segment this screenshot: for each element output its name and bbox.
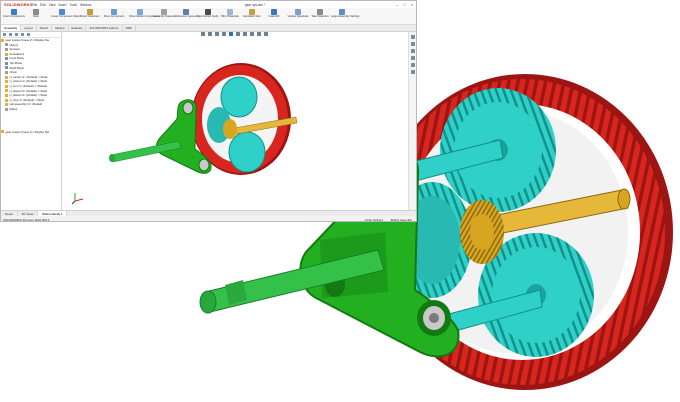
view-palette-icon[interactable] — [410, 56, 415, 60]
dimxpert-icon[interactable] — [21, 33, 24, 36]
task-pane-strip — [408, 32, 416, 210]
assembly-icon — [1, 38, 4, 42]
tree-bottom-item[interactable]: gear system (Issue 2) <Display Sta — [1, 130, 61, 135]
assembly-icon — [1, 130, 4, 134]
display-style-icon[interactable] — [236, 32, 240, 36]
design-library-icon[interactable] — [410, 42, 415, 46]
hide-show-items-icon[interactable] — [243, 32, 247, 36]
previous-view-icon[interactable] — [215, 32, 219, 36]
menu-insert[interactable]: Insert — [59, 3, 67, 7]
subassembly-icon — [5, 103, 8, 107]
mates-icon — [5, 107, 8, 111]
appearances-icon[interactable] — [410, 63, 415, 67]
tab-mbd[interactable]: MBD — [123, 25, 136, 31]
menu-file[interactable]: File — [32, 3, 37, 7]
file-explorer-icon[interactable] — [410, 49, 415, 53]
window-controls: – □ × — [396, 2, 413, 7]
instant3d-button[interactable]: Instant3D — [263, 9, 285, 18]
maximize-icon[interactable]: □ — [403, 2, 405, 7]
part-icon — [5, 98, 8, 102]
zoom-area-icon[interactable] — [208, 32, 212, 36]
insert-components-button[interactable]: Insert Components — [3, 9, 25, 18]
move-component-button[interactable]: Move Component — [103, 9, 125, 18]
sensor-icon — [5, 47, 8, 51]
tab-evaluate[interactable]: Evaluate — [69, 25, 87, 31]
tree-item-mates[interactable]: Mates — [1, 107, 61, 112]
show-hidden-button[interactable]: Show Hidden Components — [129, 9, 160, 18]
command-manager: Insert Components Mate Linear Component … — [1, 8, 416, 25]
linear-pattern-button[interactable]: Linear Component Pattern — [51, 9, 81, 18]
history-icon — [5, 43, 8, 47]
tab-layout[interactable]: Layout — [21, 25, 37, 31]
tab-markup[interactable]: Markup — [52, 25, 69, 31]
status-right: Under Defined Editing Assembly — [365, 218, 412, 222]
menu-bar: File Edit View Insert Tools Window — [32, 3, 91, 7]
command-tabs: Assembly Layout Sketch Markup Evaluate S… — [1, 25, 416, 32]
update-speedpak-button[interactable]: Update Speedpak — [287, 9, 309, 18]
minimize-icon[interactable]: – — [396, 2, 398, 7]
document-title: gear sys.iam * — [245, 2, 266, 7]
part-icon — [5, 80, 8, 84]
large-assembly-settings-button[interactable]: Large Assembly Settings — [331, 9, 360, 18]
part-icon — [5, 84, 8, 88]
plane-icon — [5, 61, 8, 65]
zoom-to-fit-icon[interactable] — [201, 32, 205, 36]
tab-sketch[interactable]: Sketch — [37, 25, 53, 31]
configuration-icon[interactable] — [15, 33, 18, 36]
plane-icon — [5, 57, 8, 61]
plane-icon — [5, 66, 8, 70]
part-icon — [5, 89, 8, 93]
smart-fasteners-button[interactable]: Smart Fasteners — [79, 9, 101, 18]
take-snapshot-button[interactable]: Take Snapshot — [309, 9, 331, 18]
exploded-view-button[interactable]: Exploded View — [241, 9, 263, 18]
property-manager-icon[interactable] — [9, 33, 12, 36]
edit-appearance-icon[interactable] — [250, 32, 254, 36]
solidworks-window: SOLIDWORKS File Edit View Insert Tools W… — [0, 0, 417, 222]
status-mode: Editing Assembly — [390, 217, 412, 222]
feature-manager-tree: gear system (Issue 2) <Display Sta Histo… — [1, 32, 62, 210]
feature-tree-icon[interactable] — [3, 33, 6, 36]
part-icon — [5, 75, 8, 79]
app-logo: SOLIDWORKS — [4, 2, 33, 7]
bill-of-materials-button[interactable]: Bill of Materials — [219, 9, 241, 18]
display-manager-icon[interactable] — [27, 33, 30, 36]
apply-scene-icon[interactable] — [257, 32, 261, 36]
assembly-features-button[interactable]: Assembly Features — [153, 9, 175, 18]
view-settings-icon[interactable] — [264, 32, 268, 36]
tab-addins[interactable]: SOLIDWORKS Add-Ins — [86, 25, 123, 31]
tab-assembly[interactable]: Assembly — [1, 25, 22, 31]
part-icon — [5, 93, 8, 97]
menu-edit[interactable]: Edit — [40, 3, 46, 7]
solidworks-resources-icon[interactable] — [410, 35, 415, 39]
custom-properties-icon[interactable] — [410, 70, 415, 74]
status-definition: Under Defined — [364, 217, 383, 222]
section-view-icon[interactable] — [222, 32, 226, 36]
close-icon[interactable]: × — [411, 2, 413, 7]
status-version: SOLIDWORKS Premium 2019 SP2.0 — [3, 217, 50, 222]
menu-view[interactable]: View — [49, 3, 56, 7]
origin-icon — [5, 70, 8, 74]
heads-up-toolbar — [201, 32, 268, 36]
coordinate-triad-icon — [71, 193, 84, 205]
view-orientation-icon[interactable] — [229, 32, 233, 36]
menu-window[interactable]: Window — [80, 3, 91, 7]
status-bar: SOLIDWORKS Premium 2019 SP2.0 Under Defi… — [1, 216, 416, 222]
reference-geometry-button[interactable]: Reference Geometry — [175, 9, 199, 18]
menu-tools[interactable]: Tools — [69, 3, 76, 7]
new-motion-study-button[interactable]: New Motion Study — [197, 9, 219, 18]
annotation-icon — [5, 52, 8, 56]
viewport-model[interactable] — [101, 57, 301, 197]
mate-button[interactable]: Mate — [25, 9, 47, 18]
